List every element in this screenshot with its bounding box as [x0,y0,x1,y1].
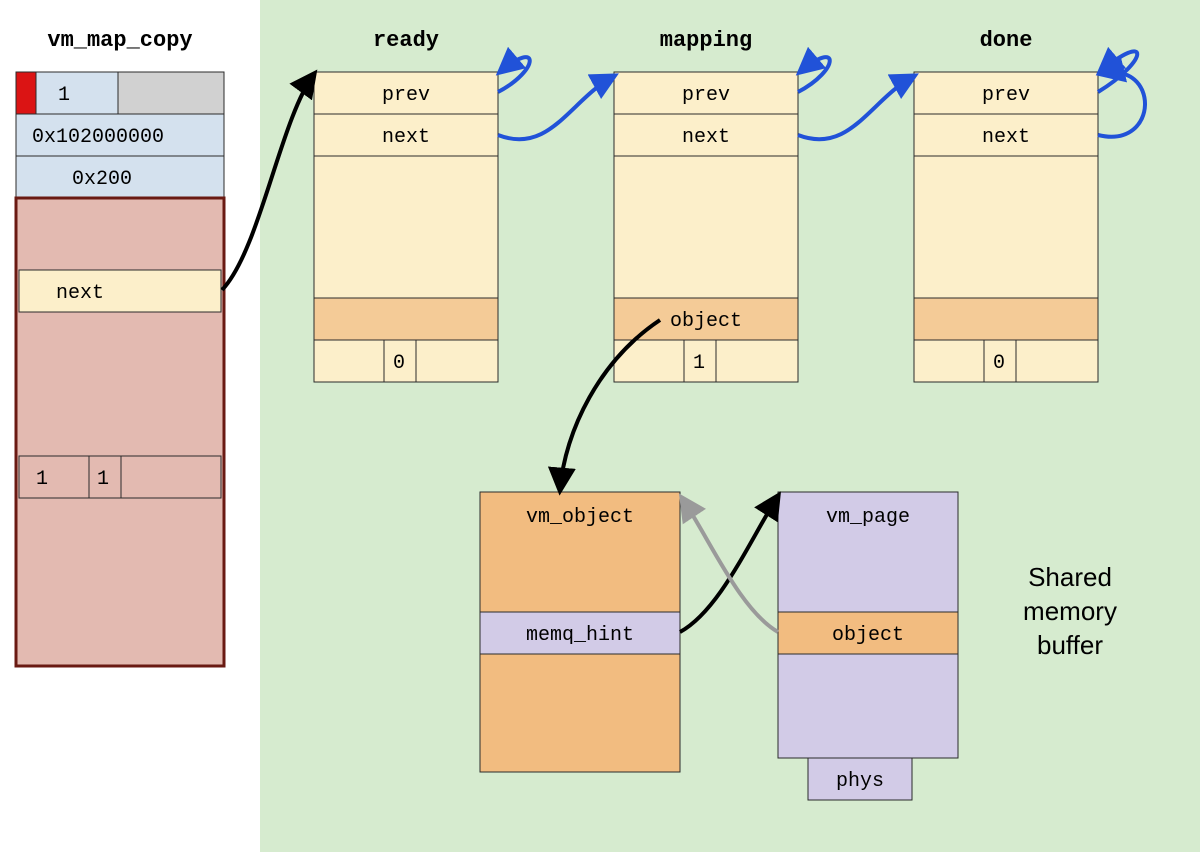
entry-ready-flag: 0 [393,352,405,375]
entry-ready-next: next [382,126,430,149]
entry-ready-title: ready [373,28,439,53]
entry-mapping: mapping prev next object 1 [614,28,798,382]
vm-page-object: object [832,624,904,647]
vm-page-title: vm_page [826,506,910,529]
vm-map-copy-one: 1 [58,84,70,107]
entry-mapping-title: mapping [660,28,752,53]
vm-map-copy-title: vm_map_copy [47,28,192,53]
entry-ready: ready prev next 0 [314,28,498,382]
entry-done-title: done [980,28,1033,53]
entry-done-flag: 0 [993,352,1005,375]
vm-map-copy-flag2: 1 [97,468,109,491]
vm-map-copy-entry: next 1 1 [16,198,224,666]
vm-page-box: vm_page object phys [778,492,958,800]
vm-page-phys: phys [836,770,884,793]
entry-mapping-next: next [682,126,730,149]
vm-object-memq: memq_hint [526,624,634,647]
entry-done-next: next [982,126,1030,149]
vm-object-title: vm_object [526,506,634,529]
vm-object-box: vm_object memq_hint [480,492,680,772]
caption-l1: Shared [1028,562,1112,592]
caption-l3: buffer [1037,630,1103,660]
entry-ready-prev: prev [382,84,430,107]
entry-done: done prev next 0 [914,28,1098,382]
vm-map-copy-addr: 0x102000000 [32,126,164,149]
vm-map-copy-flag1: 1 [36,468,48,491]
caption-l2: memory [1023,596,1117,626]
entry-mapping-object: object [670,310,742,333]
vm-map-copy: vm_map_copy 1 0x102000000 0x200 next 1 [16,28,224,666]
entry-mapping-prev: prev [682,84,730,107]
vm-map-copy-next: next [56,282,104,305]
entry-mapping-flag: 1 [693,352,705,375]
entry-done-prev: prev [982,84,1030,107]
shared-memory-caption: Shared memory buffer [1023,562,1117,660]
vm-map-copy-size: 0x200 [72,168,132,191]
